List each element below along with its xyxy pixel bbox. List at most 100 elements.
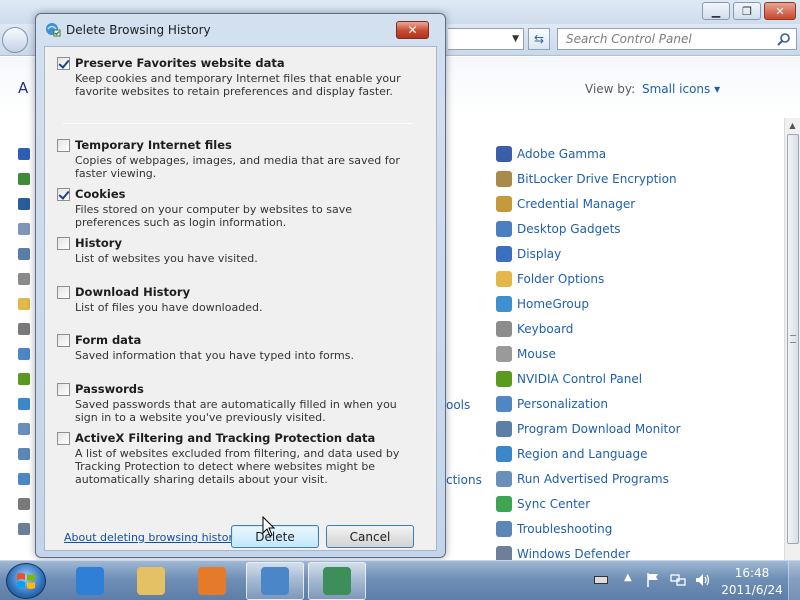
partial-item-icon[interactable] <box>18 473 30 485</box>
download-history-checkbox[interactable] <box>57 285 70 299</box>
show-hidden-icons-icon[interactable]: ▲ <box>624 572 632 583</box>
control-panel-item[interactable]: Folder Options <box>496 268 786 290</box>
vertical-scrollbar[interactable]: ▲ <box>784 118 800 560</box>
control-panel-item[interactable]: Credential Manager <box>496 193 786 215</box>
partial-item-icon[interactable] <box>18 148 30 160</box>
option-description: Saved passwords that are automatically f… <box>75 398 397 424</box>
view-by-label: View by: <box>585 82 636 96</box>
control-panel-item[interactable]: Keyboard <box>496 318 786 340</box>
partial-item-icon[interactable] <box>18 423 30 435</box>
option-description: List of websites you have visited. <box>75 252 258 265</box>
option-title: Temporary Internet files <box>75 138 232 152</box>
cancel-button[interactable]: Cancel <box>326 525 414 548</box>
partial-item-icon[interactable] <box>18 323 30 335</box>
activex-tracking-protection-checkbox[interactable] <box>57 431 70 445</box>
mouse-icon <box>496 346 512 362</box>
nvidia-icon <box>496 371 512 387</box>
control-panel-item[interactable]: Region and Language <box>496 443 786 465</box>
about-deleting-history-link[interactable]: About deleting browsing history <box>64 531 239 544</box>
taskbar-button[interactable] <box>183 562 241 600</box>
control-panel-item[interactable]: Run Advertised Programs <box>496 468 786 490</box>
control-panel-item-label: Folder Options <box>517 272 605 286</box>
partial-item-icon[interactable] <box>18 523 30 535</box>
control-panel-item-label: NVIDIA Control Panel <box>517 372 643 386</box>
partial-item-icon[interactable] <box>18 198 30 210</box>
temporary-internet-files-checkbox[interactable] <box>57 138 70 152</box>
option-activex-tracking-protection: ActiveX Filtering and Tracking Protectio… <box>57 430 427 486</box>
program-download-monitor-icon <box>496 421 512 437</box>
form-data-checkbox[interactable] <box>57 333 70 347</box>
control-panel-item[interactable]: Display <box>496 243 786 265</box>
back-button[interactable] <box>2 27 28 53</box>
scroll-thumb[interactable] <box>787 134 799 544</box>
option-title: Passwords <box>75 382 144 396</box>
control-panel-item[interactable]: Desktop Gadgets <box>496 218 786 240</box>
partial-item-icon[interactable] <box>18 373 30 385</box>
partial-item-icon[interactable] <box>18 173 30 185</box>
start-button[interactable] <box>6 563 46 599</box>
refresh-button[interactable]: ⇆ <box>528 28 550 50</box>
taskbar-button[interactable] <box>61 562 119 600</box>
option-history: History List of websites you have visite… <box>57 235 427 265</box>
passwords-checkbox[interactable] <box>57 382 70 396</box>
internet-explorer-icon <box>76 567 104 595</box>
homegroup-icon <box>496 296 512 312</box>
credential-manager-icon <box>496 196 512 212</box>
control-panel-item-label: Region and Language <box>517 447 648 461</box>
preserve-favorites-checkbox[interactable] <box>57 56 70 70</box>
minimize-button[interactable]: ▁ <box>702 2 730 20</box>
troubleshooting-icon <box>496 521 512 537</box>
control-panel-item[interactable]: Sync Center <box>496 493 786 515</box>
option-description: Copies of webpages, images, and media th… <box>75 154 400 180</box>
delete-browsing-history-dialog: Delete Browsing History ✕ Preserve Favor… <box>35 13 446 558</box>
option-temporary-internet-files: Temporary Internet files Copies of webpa… <box>57 137 427 180</box>
partial-item-icon[interactable] <box>18 448 30 460</box>
partial-item-icon[interactable] <box>18 298 30 310</box>
partial-item-icon[interactable] <box>18 273 30 285</box>
control-panel-item[interactable]: Adobe Gamma <box>496 143 786 165</box>
action-center-flag-icon[interactable] <box>646 572 660 588</box>
option-title: Cookies <box>75 187 126 201</box>
option-form-data: Form data Saved information that you hav… <box>57 332 427 362</box>
taskbar: ▲ 16:48 2011/6/24 <box>0 560 800 600</box>
partial-item-icon[interactable] <box>18 348 30 360</box>
scroll-up-button[interactable]: ▲ <box>785 118 800 134</box>
control-panel-item[interactable]: HomeGroup <box>496 293 786 315</box>
view-by-dropdown[interactable]: Small icons ▾ <box>642 82 720 96</box>
control-panel-item[interactable]: NVIDIA Control Panel <box>496 368 786 390</box>
partial-item-icon[interactable] <box>18 398 30 410</box>
maximize-button[interactable]: ❐ <box>733 2 761 20</box>
windows-logo-icon <box>17 573 35 589</box>
partial-item-label[interactable]: ctions <box>446 473 482 487</box>
partial-item-icon[interactable] <box>18 498 30 510</box>
search-input[interactable]: Search Control Panel <box>557 28 797 50</box>
clock-date[interactable]: 2011/6/24 <box>718 583 786 597</box>
taskbar-button[interactable] <box>308 562 366 600</box>
search-icon[interactable] <box>777 32 791 46</box>
control-panel-item[interactable]: Mouse <box>496 343 786 365</box>
control-panel-item[interactable]: Troubleshooting <box>496 518 786 540</box>
history-checkbox[interactable] <box>57 236 70 250</box>
sync-center-icon <box>496 496 512 512</box>
clock-time[interactable]: 16:48 <box>724 566 780 580</box>
address-dropdown-button[interactable]: ▼ <box>448 28 524 50</box>
close-button[interactable]: ✕ <box>764 2 796 20</box>
input-language-icon[interactable] <box>594 576 608 584</box>
partial-item-label[interactable]: ools <box>446 398 470 412</box>
partial-item-icon[interactable] <box>18 223 30 235</box>
partial-item-icon[interactable] <box>18 248 30 260</box>
taskbar-button[interactable] <box>246 562 304 600</box>
dialog-close-button[interactable]: ✕ <box>396 21 429 39</box>
volume-icon[interactable] <box>694 572 710 588</box>
show-desktop-button[interactable] <box>788 561 800 600</box>
network-icon[interactable] <box>670 572 686 588</box>
media-player-icon <box>198 567 226 595</box>
scroll-grip-icon <box>790 335 796 343</box>
taskbar-button[interactable] <box>122 562 180 600</box>
cookies-checkbox[interactable] <box>57 187 70 201</box>
option-title: Download History <box>75 285 191 299</box>
control-panel-item[interactable]: Personalization <box>496 393 786 415</box>
control-panel-item[interactable]: BitLocker Drive Encryption <box>496 168 786 190</box>
control-panel-item[interactable]: Program Download Monitor <box>496 418 786 440</box>
option-title: Preserve Favorites website data <box>75 56 285 70</box>
